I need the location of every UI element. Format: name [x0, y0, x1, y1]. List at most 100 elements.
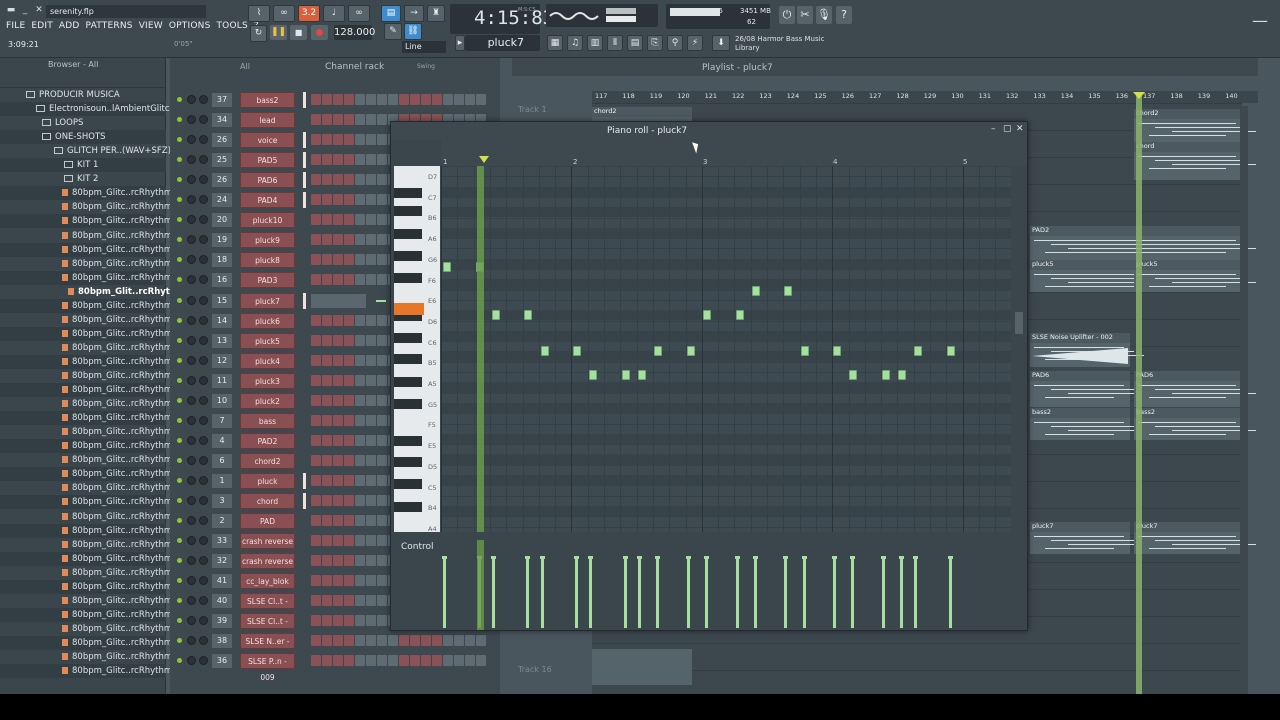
step-button[interactable]: [322, 495, 332, 506]
step-button[interactable]: [322, 94, 332, 105]
black-key[interactable]: [394, 188, 422, 198]
step-button[interactable]: [344, 535, 354, 547]
velocity-handle[interactable]: [899, 556, 904, 559]
velocity-bar[interactable]: [575, 558, 578, 628]
channel-volume-knob[interactable]: [199, 496, 208, 505]
step-button[interactable]: [355, 254, 365, 266]
channel-volume-knob[interactable]: [199, 656, 208, 666]
browser-file[interactable]: 80bpm_Glitc..rcRhythm96: [62, 622, 183, 636]
step-button[interactable]: [344, 474, 354, 486]
step-button[interactable]: [311, 354, 321, 366]
channel-pan-knob[interactable]: [187, 415, 196, 425]
step-button[interactable]: [377, 414, 387, 426]
channel-mute-led[interactable]: [177, 417, 182, 423]
typing-keyboard-icon[interactable]: ▤: [381, 5, 401, 22]
velocity-bar[interactable]: [900, 558, 903, 628]
step-button[interactable]: [311, 434, 321, 446]
step-button[interactable]: [410, 635, 420, 647]
black-key[interactable]: [394, 206, 422, 216]
piano-roll-icon[interactable]: ♫: [567, 35, 583, 51]
step-button[interactable]: [443, 635, 453, 647]
channel-pan-knob[interactable]: [187, 315, 196, 325]
step-button[interactable]: [333, 234, 343, 246]
step-button[interactable]: [322, 454, 332, 466]
browser-file[interactable]: 80bpm_Glitc..rcRhythm97: [62, 636, 183, 650]
step-button[interactable]: [377, 434, 387, 446]
browser-file[interactable]: 80bpm_Glitc..rcRhythm90: [62, 538, 183, 552]
channel-mixer-track[interactable]: 11: [212, 373, 232, 388]
step-button[interactable]: [366, 595, 376, 607]
midi-note[interactable]: [946, 346, 955, 356]
channel-mute-led[interactable]: [177, 578, 182, 584]
step-button[interactable]: [388, 655, 398, 667]
step-button[interactable]: [322, 174, 332, 186]
channel-name-button[interactable]: cc_lay_blok: [240, 573, 295, 590]
step-button[interactable]: [333, 154, 343, 166]
step-button[interactable]: [311, 174, 321, 186]
step-button[interactable]: [366, 615, 376, 627]
step-button[interactable]: [377, 154, 387, 166]
step-sequencer[interactable]: [311, 635, 486, 647]
velocity-handle[interactable]: [525, 556, 531, 559]
step-button[interactable]: [355, 414, 365, 426]
loop-icon[interactable]: ↻: [250, 25, 267, 42]
browser-file[interactable]: 80bpm_Glitc..rcRhythm87: [62, 495, 183, 509]
plugin-icon[interactable]: ✂: [797, 6, 813, 24]
channel-mixer-track[interactable]: 6: [212, 453, 232, 468]
step-button[interactable]: [344, 214, 354, 226]
channel-mixer-track[interactable]: 37: [212, 93, 232, 107]
playlist-clip[interactable]: bass2: [1030, 408, 1144, 440]
metronome-icon[interactable]: ♩: [323, 5, 345, 22]
step-button[interactable]: [465, 635, 475, 647]
step-button[interactable]: [377, 555, 387, 567]
step-button[interactable]: [333, 394, 343, 406]
step-button[interactable]: [366, 374, 376, 386]
browser-file[interactable]: 80bpm_Glitc..rcRhythm71: [62, 271, 183, 285]
channel-name-button[interactable]: lead: [240, 112, 295, 129]
velocity-handle[interactable]: [637, 556, 642, 559]
channel-volume-knob[interactable]: [199, 616, 208, 626]
channel-volume-knob[interactable]: [199, 455, 208, 465]
step-button[interactable]: [377, 314, 387, 326]
channel-mute-led[interactable]: [177, 397, 182, 403]
step-button[interactable]: [355, 174, 365, 186]
playlist-scrollbar[interactable]: [1240, 106, 1248, 694]
velocity-bar[interactable]: [638, 558, 641, 628]
channel-mixer-track[interactable]: 33: [212, 534, 232, 549]
step-button[interactable]: [333, 515, 343, 527]
step-button[interactable]: [344, 374, 354, 386]
channel-mixer-track[interactable]: 38: [212, 634, 232, 649]
step-button[interactable]: [322, 134, 332, 146]
channel-mute-led[interactable]: [177, 538, 182, 544]
touch-keyboard-icon[interactable]: ⚲: [667, 35, 683, 51]
channel-row[interactable]: 36 SLSE P..n - 009: [170, 651, 500, 682]
step-button[interactable]: [344, 94, 354, 105]
step-button[interactable]: [311, 635, 321, 647]
step-sequencer[interactable]: [311, 94, 486, 105]
step-button[interactable]: [454, 635, 464, 647]
step-button[interactable]: [333, 555, 343, 567]
midi-note[interactable]: [621, 370, 630, 380]
step-button[interactable]: [333, 615, 343, 627]
step-button[interactable]: [333, 114, 343, 126]
browser-file[interactable]: 80bpm_Glitc..rcRhythm95: [62, 608, 183, 622]
channel-pan-knob[interactable]: [187, 175, 196, 185]
browser-file[interactable]: 80bpm_Glitc..rcRhythm68: [62, 229, 183, 243]
channel-mute-led[interactable]: [177, 658, 182, 664]
playlist-clip[interactable]: PAD6: [1030, 371, 1144, 407]
step-button[interactable]: [421, 94, 431, 105]
step-button[interactable]: [333, 414, 343, 426]
velocity-bar[interactable]: [735, 558, 739, 628]
velocity-bar[interactable]: [881, 558, 885, 628]
channel-mute-led[interactable]: [177, 498, 182, 503]
velocity-bar[interactable]: [686, 558, 690, 628]
step-button[interactable]: [322, 114, 332, 126]
channel-name-button[interactable]: pluck: [240, 472, 295, 489]
step-button[interactable]: [344, 254, 354, 266]
step-button[interactable]: [377, 354, 387, 366]
channel-select-indicator[interactable]: [303, 292, 306, 309]
menu-edit[interactable]: EDIT: [31, 21, 53, 33]
channel-select-indicator[interactable]: [303, 192, 306, 209]
step-button[interactable]: [399, 635, 409, 647]
step-button[interactable]: [311, 194, 321, 206]
